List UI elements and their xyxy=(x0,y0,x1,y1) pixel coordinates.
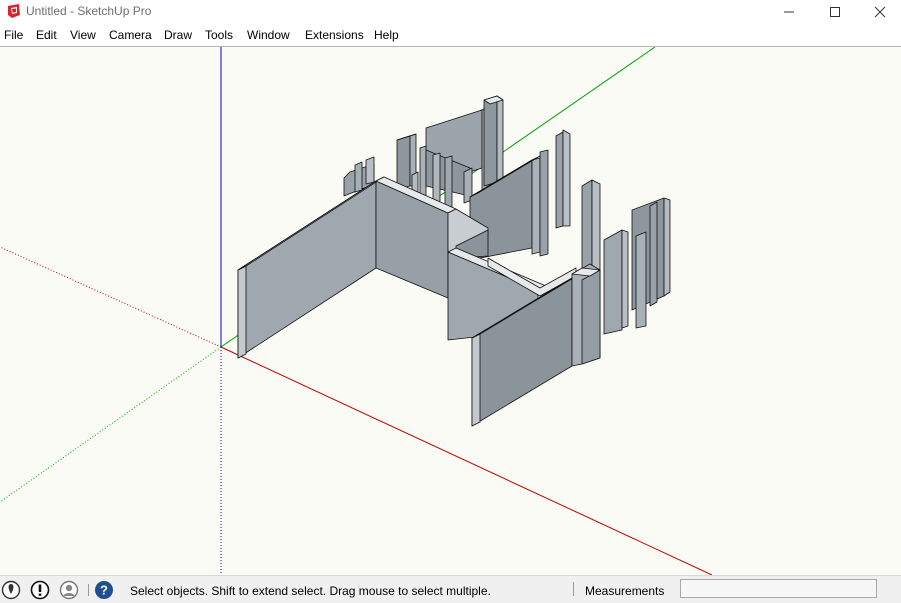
wall-left-end xyxy=(237,265,247,359)
measurements-label: Measurements xyxy=(585,584,665,598)
green-axis-negative xyxy=(0,346,222,503)
menu-tools[interactable]: Tools xyxy=(205,28,233,42)
menu-help[interactable]: Help xyxy=(374,28,399,42)
close-button[interactable] xyxy=(857,0,901,24)
wall-fin xyxy=(663,197,671,297)
minimize-icon xyxy=(784,11,794,13)
status-bar: ? Select objects. Shift to extend select… xyxy=(0,575,901,603)
minimize-button[interactable] xyxy=(766,0,812,24)
wall-fin xyxy=(396,135,411,191)
wall-fin xyxy=(562,129,571,227)
wall-fin xyxy=(354,161,363,193)
status-divider xyxy=(573,582,574,596)
wall-fin xyxy=(603,229,623,335)
menu-bar: File Edit View Camera Draw Tools Window … xyxy=(0,24,901,47)
wall-side xyxy=(531,157,541,255)
menu-view[interactable]: View xyxy=(70,28,96,42)
menu-window[interactable]: Window xyxy=(247,28,290,42)
svg-text:?: ? xyxy=(100,583,108,598)
wall-fin xyxy=(496,95,504,183)
wall-left-front xyxy=(237,180,377,359)
wall-inner xyxy=(419,145,427,199)
wall-fin xyxy=(649,201,658,307)
red-axis-negative xyxy=(0,246,222,348)
walls-model[interactable] xyxy=(237,95,671,427)
wall-fin xyxy=(365,156,375,185)
wall-side xyxy=(539,149,549,257)
wall-fin xyxy=(581,179,593,273)
wall-fin xyxy=(591,179,601,271)
model-scene[interactable] xyxy=(0,47,901,575)
user-account-icon[interactable] xyxy=(59,580,79,600)
sketchup-logo-icon xyxy=(8,4,20,18)
menu-draw[interactable]: Draw xyxy=(164,28,192,42)
wall-pillar xyxy=(581,269,601,365)
status-divider xyxy=(88,584,89,596)
measurements-input[interactable] xyxy=(680,579,877,598)
menu-file[interactable]: File xyxy=(4,28,23,42)
window-title: Untitled - SketchUp Pro xyxy=(26,4,152,18)
wall-fin xyxy=(635,231,647,329)
title-bar: Untitled - SketchUp Pro xyxy=(0,0,901,24)
instructor-help-icon[interactable]: ? xyxy=(94,580,114,600)
status-message: Select objects. Shift to extend select. … xyxy=(130,584,491,598)
drawing-area[interactable] xyxy=(0,47,901,575)
geo-location-icon[interactable] xyxy=(1,580,21,600)
menu-camera[interactable]: Camera xyxy=(109,28,152,42)
menu-extensions[interactable]: Extensions xyxy=(305,28,364,42)
close-icon xyxy=(874,6,886,18)
menu-edit[interactable]: Edit xyxy=(36,28,57,42)
maximize-icon xyxy=(830,7,840,17)
credits-icon[interactable] xyxy=(30,580,50,600)
wall-fin xyxy=(555,131,564,229)
wall-fin xyxy=(483,95,498,187)
wall-front-end xyxy=(471,333,481,427)
red-axis xyxy=(220,346,713,575)
wall-fin xyxy=(621,229,629,329)
maximize-button[interactable] xyxy=(812,0,858,24)
